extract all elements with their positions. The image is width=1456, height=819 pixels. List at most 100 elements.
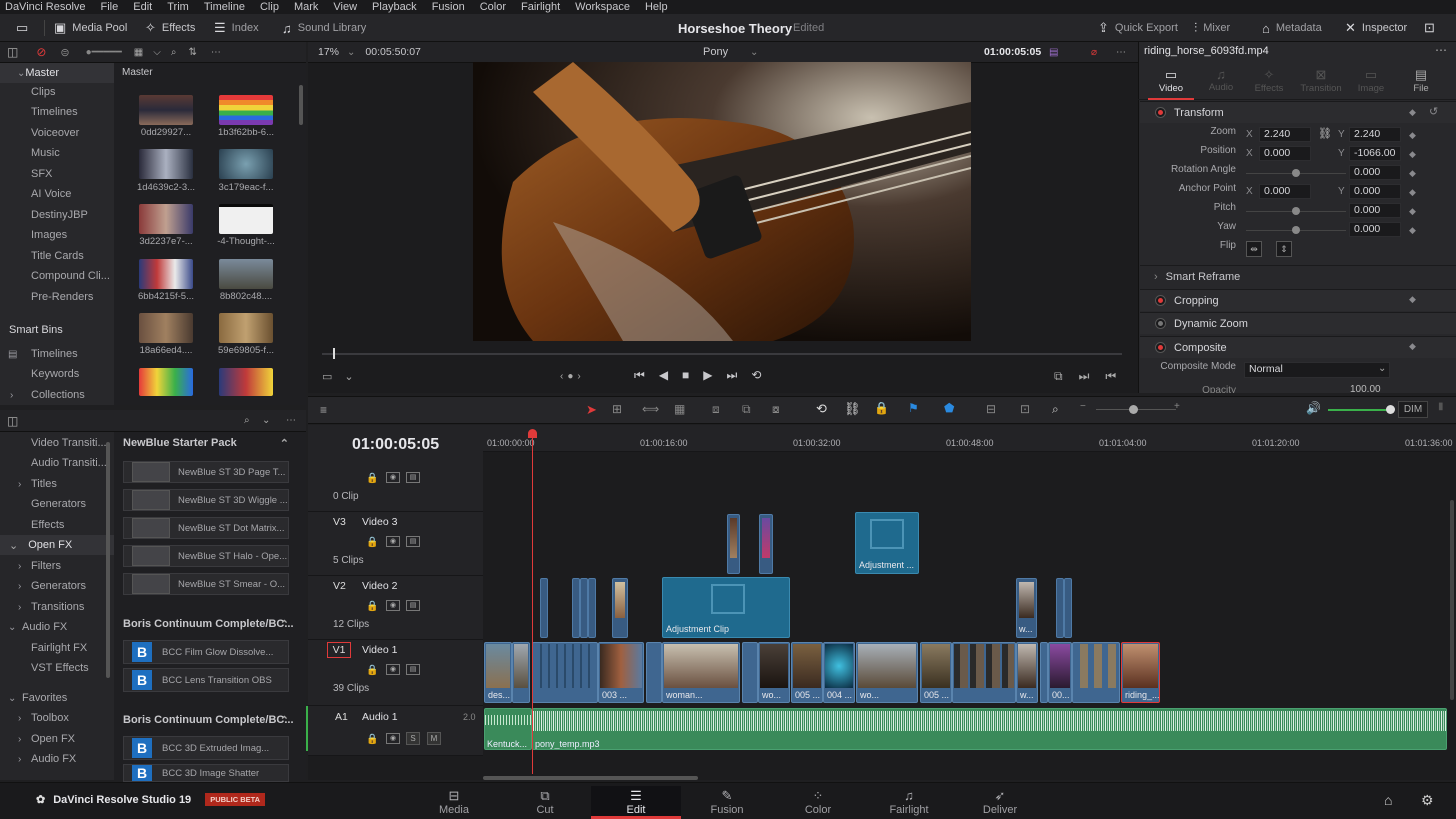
grid-view-icon[interactable]: ▦ [134,47,143,58]
enable-toggle[interactable] [1155,107,1166,118]
page-fusion[interactable]: ✎ Fusion [682,786,772,819]
enable-toggle[interactable] [1155,318,1166,329]
flag-icon[interactable]: ⚑ [908,401,919,415]
clip-thumbnail[interactable] [139,259,193,289]
list-view-icon[interactable]: ⌵ [153,47,161,58]
timeline-clip[interactable]: 005 ... [791,642,823,703]
dynamic-trim-icon[interactable]: ⟺ [642,402,659,416]
timeline-clip[interactable]: w... [1016,642,1038,703]
menu-file[interactable]: File [101,1,119,13]
auto-select-icon[interactable]: ◉ [386,664,400,675]
lock-icon[interactable]: 🔒 [366,734,378,745]
track-visibility-icon[interactable]: ▤ [406,600,420,611]
lock-icon[interactable]: 🔒 [366,601,378,612]
timeline-clip[interactable] [646,642,662,703]
viewer-zoom[interactable]: 17% [318,46,339,58]
slider-handle[interactable] [1292,169,1300,177]
lock-icon[interactable]: 🔒 [366,537,378,548]
replace-clip-icon[interactable]: ⧇ [772,402,780,417]
sidebar-toggle-icon[interactable]: ◫ [7,414,18,428]
clip-thumbnail[interactable] [139,368,193,396]
chevron-down-icon[interactable]: ⌄ [262,415,270,426]
zoom-full-icon[interactable]: ⊟ [986,402,996,416]
tab-file[interactable]: ▤ File [1398,67,1444,94]
clip-thumbnail[interactable] [219,204,273,234]
play-icon[interactable]: ▶ [703,368,712,382]
snapping-icon[interactable]: ⟲ [816,401,827,417]
vertical-scrollbar[interactable] [1450,500,1454,700]
position-x-field[interactable]: 0.000 [1259,146,1311,161]
volume-handle[interactable] [1386,405,1395,414]
horizontal-scrollbar[interactable] [483,776,698,780]
timeline-clip[interactable] [727,514,740,574]
sort-icon[interactable]: ⇅ [188,47,196,58]
filter-icon[interactable]: ⊜ [60,46,69,59]
timeline-clip[interactable] [612,578,628,638]
more-icon[interactable]: ⋯ [1435,43,1447,57]
bin-timelines[interactable]: Timelines [0,102,114,122]
fx-ofx-generators[interactable]: › Generators [0,576,114,596]
clip-thumbnail[interactable] [219,313,273,343]
fx-item[interactable]: B BCC 3D Image Shatter [123,764,289,782]
menu-playback[interactable]: Playback [372,1,417,13]
timeline-clip[interactable]: 004 ... [823,642,855,703]
lock-icon[interactable]: 🔒 [874,401,889,415]
menu-fairlight[interactable]: Fairlight [521,1,560,13]
slider-handle[interactable] [1292,226,1300,234]
playhead[interactable] [532,431,533,774]
page-media[interactable]: ⊟ Media [409,786,499,819]
timeline-clip[interactable] [532,642,598,703]
insert-clip-icon[interactable]: ⧈ [712,402,720,417]
fx-item[interactable]: NewBlue ST 3D Page T... [123,461,289,483]
fx-group-newblue[interactable]: NewBlue Starter Pack ⌃ [123,437,295,450]
fx-item[interactable]: B BCC Film Glow Dissolve... [123,640,289,664]
timeline-clip[interactable] [1072,642,1120,703]
timeline-name[interactable]: Pony [703,46,728,58]
prev-edit-icon[interactable]: ⏮ [1105,369,1116,384]
keyframe-icon[interactable]: ◆ [1409,341,1416,352]
flip-vertical-icon[interactable]: ⇕ [1276,241,1292,257]
zoom-custom-icon[interactable]: ⌕ [1052,402,1059,417]
auto-select-icon[interactable]: ◉ [386,733,400,744]
menu-timeline[interactable]: Timeline [204,1,245,13]
anchor-y-field[interactable]: 0.000 [1349,184,1401,199]
menu-edit[interactable]: Edit [133,1,152,13]
timeline-clip[interactable]: 003 ... [598,642,644,703]
audio-clip[interactable]: pony_temp.mp3 [532,708,1447,750]
dynamic-zoom-section[interactable]: Dynamic Zoom [1140,312,1456,334]
viewer-options-icon[interactable]: ▤ [1049,47,1058,58]
menu-davinci[interactable]: DaVinci Resolve [5,1,86,13]
timeline-clip[interactable]: woman... [662,642,740,703]
fav-open-fx[interactable]: › Open FX [0,729,114,749]
clip-thumbnail[interactable] [219,259,273,289]
clip-thumbnail[interactable] [219,149,273,179]
bin-images[interactable]: Images [0,225,114,245]
scrubber-playhead[interactable] [333,348,335,359]
smart-bin-keywords[interactable]: Keywords [0,364,114,384]
metadata-button[interactable]: ⌂ Metadata [1262,14,1322,42]
scrollbar[interactable] [106,442,110,678]
smart-bin-timelines[interactable]: ▤ Timelines [0,344,114,364]
keyframe-icon[interactable]: ◆ [1409,206,1416,217]
skip-start-icon[interactable]: ⏮ [634,368,645,383]
timeline-clip[interactable] [952,642,1016,703]
track-name[interactable]: Video 1 [362,644,397,656]
blade-tool-icon[interactable]: ▦ [674,402,685,416]
rotation-field[interactable]: 0.000 [1349,165,1401,180]
menu-view[interactable]: View [333,1,357,13]
timeline-clip-selected[interactable]: riding_... [1121,642,1160,703]
fx-audio-fx[interactable]: ⌄ Audio FX [0,617,114,637]
page-deliver[interactable]: ➶ Deliver [955,786,1045,819]
auto-select-icon[interactable]: ◉ [386,536,400,547]
clip-thumbnail[interactable] [219,95,273,125]
linked-selection-icon[interactable]: ⛓ [844,401,861,417]
clip-thumbnail[interactable] [219,368,273,396]
bin-ai-voice[interactable]: AI Voice [0,184,114,204]
timeline-clip[interactable]: wo... [856,642,918,703]
page-fairlight[interactable]: ♫ Fairlight [864,786,954,819]
opacity-field[interactable]: 100.00 [1350,384,1381,393]
jog-control[interactable]: ‹ ● › [560,368,581,384]
sound-library-button[interactable]: ♫ Sound Library [282,14,366,42]
track-name[interactable]: Video 3 [362,516,397,528]
timeline-clip[interactable]: 00... [1048,642,1072,703]
